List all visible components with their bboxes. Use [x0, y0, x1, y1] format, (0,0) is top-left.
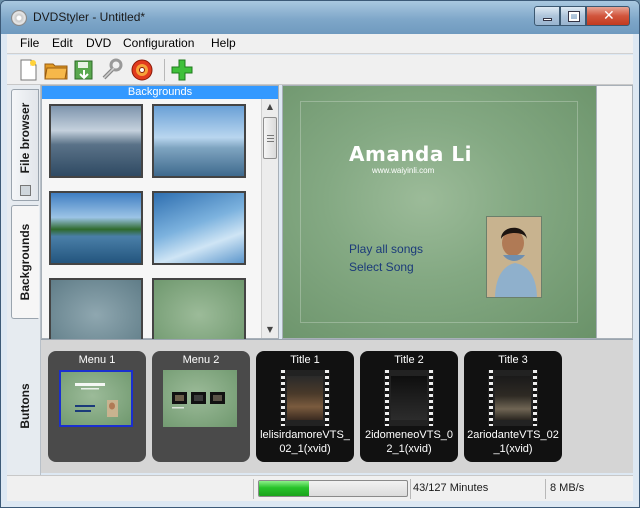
title-card-2[interactable]: Title 2 2idomeneoVTS_02_1(xvid): [360, 351, 458, 462]
status-separator: [253, 479, 254, 499]
grip-line: [267, 138, 274, 139]
dvd-disc-icon: [11, 10, 27, 26]
settings-wrench-icon[interactable]: [99, 57, 125, 83]
film-strip-icon: [384, 370, 434, 426]
status-separator: [545, 479, 546, 499]
folder-icon: [20, 185, 31, 196]
backgrounds-scrollbar[interactable]: ▲ ▼: [261, 99, 278, 338]
scroll-down-icon[interactable]: ▼: [262, 322, 278, 338]
menu-1-thumbnail[interactable]: [59, 370, 133, 427]
title-file-name: lelisirdamoreVTS_02_1(xvid): [260, 429, 350, 455]
background-thumb-3[interactable]: [49, 191, 143, 265]
backgrounds-header: Backgrounds: [42, 86, 278, 99]
preview-photo[interactable]: [486, 216, 542, 298]
menu-configuration[interactable]: Configuration: [123, 36, 194, 50]
tab-file-browser[interactable]: File browser: [11, 89, 39, 201]
video-frame: [495, 376, 531, 420]
status-separator: [410, 479, 411, 499]
film-perforation: [489, 370, 493, 426]
minimize-button[interactable]: [534, 6, 560, 26]
title-card-label: Title 3: [498, 354, 528, 366]
video-frame: [391, 376, 427, 420]
burn-dvd-icon[interactable]: [129, 57, 155, 83]
menu-help[interactable]: Help: [211, 36, 236, 50]
tab-buttons[interactable]: Buttons: [11, 347, 39, 465]
toolbar: [7, 55, 633, 85]
menu-card-2[interactable]: Menu 2: [152, 351, 250, 462]
disc-usage-progress: [258, 480, 408, 497]
close-button[interactable]: ✕: [586, 6, 630, 26]
window-title: DVDStyler - Untitled*: [33, 10, 146, 24]
tab-backgrounds[interactable]: Backgrounds: [11, 205, 39, 319]
menu-edit[interactable]: Edit: [52, 36, 73, 50]
save-icon[interactable]: [71, 57, 97, 83]
film-perforation: [385, 370, 389, 426]
title-card-1[interactable]: Title 1 lelisirdamoreVTS_02_1(xvid): [256, 351, 354, 462]
title-file-name: 2ariodanteVTS_02_1(xvid): [467, 429, 559, 455]
title-file-name: 2idomeneoVTS_02_1(xvid): [364, 429, 454, 455]
background-thumb-4[interactable]: [152, 191, 246, 265]
app-window: DVDStyler - Untitled* ✕ File Edit DVD Co…: [0, 0, 640, 508]
menu-2-thumbnail[interactable]: [163, 370, 237, 427]
title-bar[interactable]: DVDStyler - Untitled* ✕: [1, 1, 639, 34]
side-tab-strip: File browser Backgrounds Buttons: [7, 85, 41, 475]
film-perforation: [533, 370, 537, 426]
grip-line: [267, 135, 274, 136]
open-folder-icon[interactable]: [43, 57, 69, 83]
close-icon: ✕: [603, 8, 615, 24]
status-bar: 43/127 Minutes 8 MB/s: [7, 475, 633, 501]
title-card-label: Title 1: [290, 354, 320, 366]
menu-card-1[interactable]: Menu 1: [48, 351, 146, 462]
menu-file[interactable]: File: [20, 36, 39, 50]
preview-button-select-song[interactable]: Select Song: [349, 260, 414, 274]
backgrounds-panel: Backgrounds ▲ ▼: [41, 85, 279, 352]
scroll-up-icon[interactable]: ▲: [262, 99, 278, 115]
film-perforation: [325, 370, 329, 426]
background-thumb-2[interactable]: [152, 104, 246, 178]
menu-bar: File Edit DVD Configuration Help: [7, 34, 633, 54]
menu-card-label: Menu 1: [78, 354, 116, 366]
title-card-3[interactable]: Title 3 2ariodanteVTS_02_1(xvid): [464, 351, 562, 462]
scroll-thumb[interactable]: [263, 117, 277, 159]
bitrate-text: 8 MB/s: [550, 482, 585, 494]
menu-dvd[interactable]: DVD: [86, 36, 111, 50]
preview-url-text[interactable]: www.waiyinli.com: [372, 166, 434, 175]
new-document-icon[interactable]: [15, 57, 41, 83]
video-frame: [287, 376, 323, 420]
disc-usage-progress-fill: [259, 481, 310, 496]
preview-margin: [597, 85, 633, 339]
grip-line: [267, 141, 274, 142]
tab-buttons-label: Buttons: [18, 383, 32, 429]
minimize-icon: [543, 18, 552, 21]
maximize-button[interactable]: [560, 6, 586, 26]
disc-minutes-text: 43/127 Minutes: [413, 482, 489, 494]
film-strip-icon: [488, 370, 538, 426]
film-perforation: [281, 370, 285, 426]
tab-file-browser-label: File browser: [18, 103, 32, 174]
preview-title-text[interactable]: Amanda Li: [349, 142, 472, 166]
menu-card-label: Menu 2: [182, 354, 220, 366]
preview-button-play-all[interactable]: Play all songs: [349, 242, 423, 256]
film-strip-icon: [280, 370, 330, 426]
titleset-manager: Menu 1 Menu 2 Title 1 lelisirdamoreVTS_0…: [41, 339, 633, 473]
add-plus-icon[interactable]: [169, 57, 195, 83]
menu-preview[interactable]: Amanda Li www.waiyinli.com Play all song…: [282, 85, 597, 339]
toolbar-separator: [164, 59, 165, 81]
title-card-label: Title 2: [394, 354, 424, 366]
background-thumb-1[interactable]: [49, 104, 143, 178]
maximize-icon: [568, 11, 580, 22]
tab-backgrounds-label: Backgrounds: [18, 223, 32, 301]
film-perforation: [429, 370, 433, 426]
